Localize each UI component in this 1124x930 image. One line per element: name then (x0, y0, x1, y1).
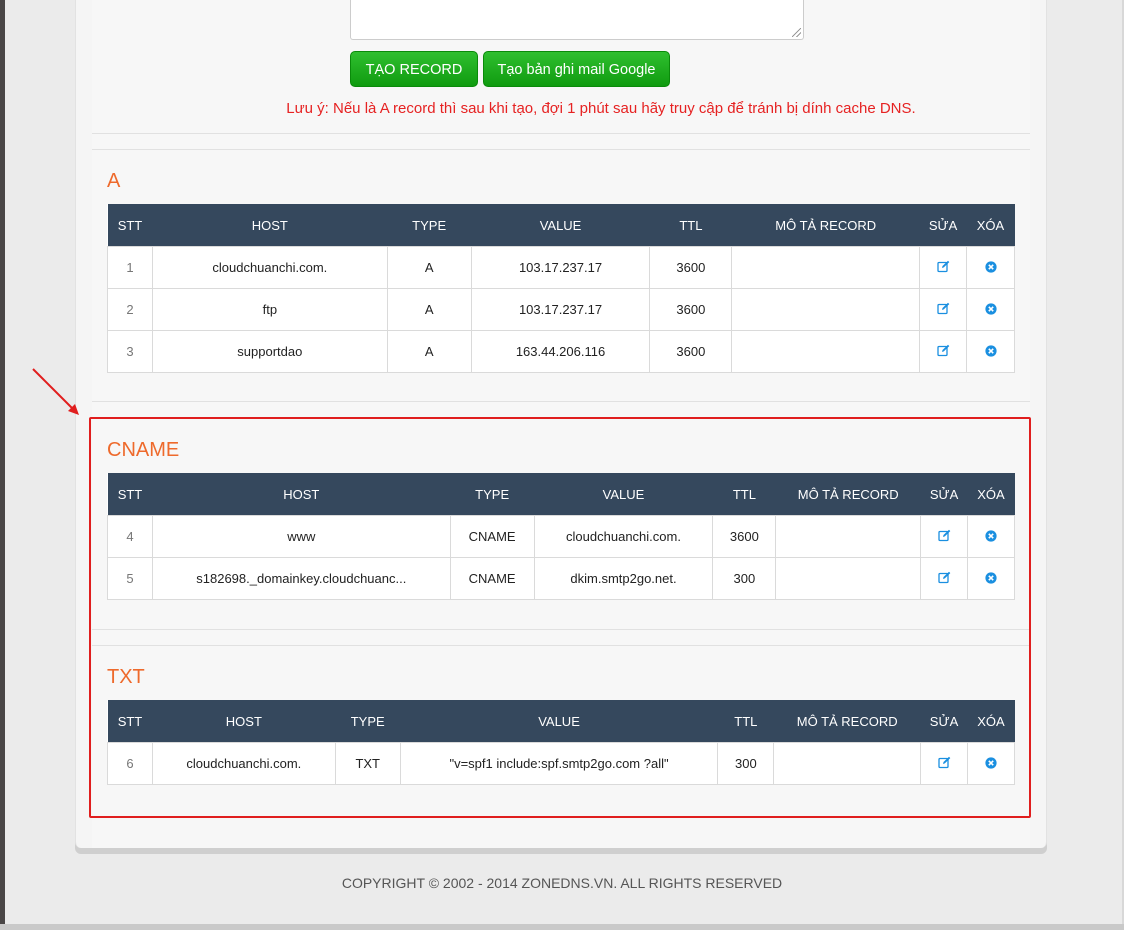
cell-host: ftp (151, 288, 388, 331)
cell-desc (731, 330, 921, 373)
cell-value: 163.44.206.116 (470, 330, 651, 373)
section-title-a: A (107, 170, 121, 192)
col-type: TYPE (387, 204, 472, 247)
edit-icon[interactable] (936, 344, 950, 360)
table-row: 2 ftp A 103.17.237.17 3600 (107, 288, 1015, 331)
table-row: 1 cloudchuanchi.com. A 103.17.237.17 3600 (107, 246, 1015, 289)
edit-icon[interactable] (936, 302, 950, 318)
cell-delete (966, 288, 1015, 331)
table-header: STT HOST TYPE VALUE TTL MÔ TẢ RECORD SỬA… (107, 204, 1015, 247)
col-ttl: TTL (649, 204, 732, 247)
cell-host: cloudchuanchi.com. (151, 246, 388, 289)
col-desc: MÔ TẢ RECORD (731, 204, 920, 247)
record-textarea[interactable] (350, 0, 804, 40)
col-edit: SỬA (919, 204, 967, 247)
cell-edit (919, 246, 968, 289)
red-arrow-icon (32, 368, 79, 415)
cell-delete (966, 330, 1015, 373)
cell-edit (919, 288, 968, 331)
create-record-button[interactable]: TẠO RECORD (350, 51, 478, 87)
delete-icon[interactable] (984, 302, 997, 318)
cell-host: supportdao (151, 330, 388, 373)
cell-desc (731, 288, 921, 331)
divider (92, 149, 1030, 150)
edit-icon[interactable] (936, 260, 950, 276)
a-records-body: 1 cloudchuanchi.com. A 103.17.237.17 3600 2 ft… (107, 246, 1015, 373)
cell-ttl: 3600 (649, 288, 733, 331)
bottom-scrollbar (0, 924, 1124, 930)
divider (92, 401, 1030, 402)
window-left-edge (0, 0, 5, 930)
cell-type: A (386, 288, 472, 331)
cell-edit (919, 330, 968, 373)
cell-stt: 1 (107, 246, 153, 289)
cell-delete (966, 246, 1015, 289)
cell-stt: 3 (107, 330, 153, 373)
cell-value: 103.17.237.17 (470, 246, 651, 289)
delete-icon[interactable] (984, 260, 997, 276)
cell-value: 103.17.237.17 (470, 288, 651, 331)
col-value: VALUE (471, 204, 650, 247)
cell-stt: 2 (107, 288, 153, 331)
create-google-mail-record-button[interactable]: Tạo bản ghi mail Google (483, 51, 670, 87)
divider (92, 133, 1030, 134)
delete-icon[interactable] (984, 344, 997, 360)
footer-copyright: COPYRIGHT © 2002 - 2014 ZONEDNS.VN. ALL … (341, 875, 783, 891)
cell-desc (731, 246, 921, 289)
table-row: 3 supportdao A 163.44.206.116 3600 (107, 330, 1015, 373)
cell-type: A (386, 330, 472, 373)
highlight-box (89, 417, 1031, 818)
cache-warning-note: Lưu ý: Nếu là A record thì sau khi tạo, … (286, 100, 916, 117)
cell-ttl: 3600 (649, 246, 733, 289)
cell-type: A (386, 246, 472, 289)
resize-grip-icon[interactable] (792, 28, 801, 37)
col-host: HOST (152, 204, 388, 247)
cell-ttl: 3600 (649, 330, 733, 373)
col-stt: STT (107, 204, 153, 247)
a-records-table: STT HOST TYPE VALUE TTL MÔ TẢ RECORD SỬA… (107, 204, 1015, 373)
col-delete: XÓA (966, 204, 1015, 247)
